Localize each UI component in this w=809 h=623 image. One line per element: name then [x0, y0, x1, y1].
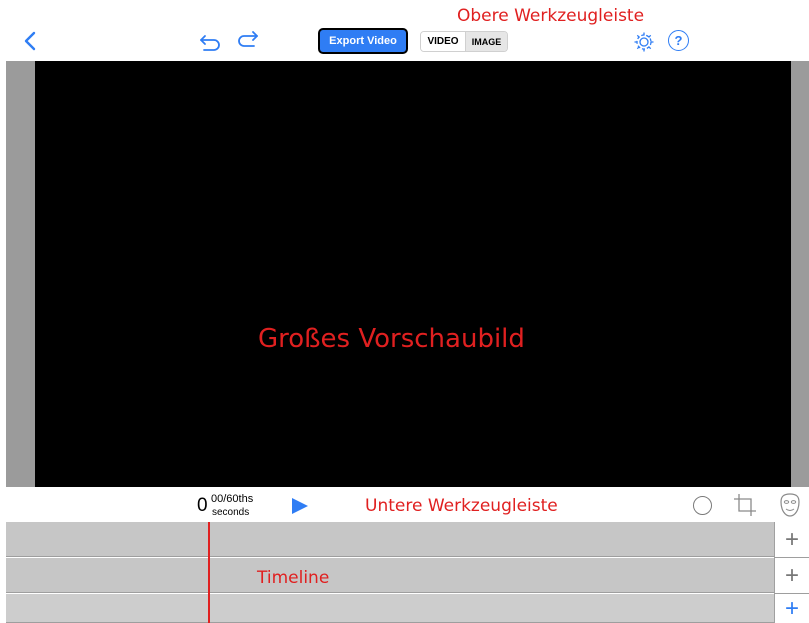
time-unit-label: seconds	[212, 507, 250, 518]
help-button[interactable]: ?	[668, 30, 689, 51]
mode-segmented-control: VIDEO IMAGE	[420, 31, 508, 52]
add-track-button[interactable]: +	[775, 522, 809, 558]
preview-area	[6, 61, 809, 487]
crop-tool-button[interactable]	[733, 493, 757, 517]
time-fraction: 00/60ths	[211, 493, 254, 505]
timeline-track[interactable]	[6, 522, 774, 557]
back-button[interactable]	[20, 30, 42, 52]
add-track-button[interactable]: +	[775, 558, 809, 594]
top-toolbar: Export Video VIDEO IMAGE ?	[0, 0, 809, 61]
add-track-button[interactable]: +	[775, 594, 809, 623]
time-seconds-value: 0	[197, 495, 208, 516]
undo-icon	[200, 35, 220, 51]
redo-icon	[238, 31, 258, 47]
playhead[interactable]	[208, 522, 210, 623]
timeline-track[interactable]	[6, 558, 774, 593]
mask-tool-button[interactable]	[779, 492, 801, 518]
preview-canvas[interactable]	[35, 61, 791, 487]
crop-icon	[734, 494, 756, 516]
play-icon	[292, 498, 308, 514]
circle-tool-button[interactable]	[693, 496, 712, 515]
gear-icon	[634, 32, 654, 52]
redo-button[interactable]	[234, 30, 260, 52]
mode-video-option[interactable]: VIDEO	[421, 32, 466, 51]
annotation-top-toolbar: Obere Werkzeugleiste	[457, 6, 645, 26]
annotation-timeline: Timeline	[257, 568, 330, 588]
play-button[interactable]	[291, 498, 309, 514]
undo-button[interactable]	[198, 30, 224, 52]
chevron-left-icon	[24, 31, 36, 51]
export-video-button[interactable]: Export Video	[318, 28, 408, 54]
add-column: + + +	[774, 522, 809, 623]
annotation-bottom-toolbar: Untere Werkzeugleiste	[365, 496, 558, 516]
mode-image-option[interactable]: IMAGE	[466, 32, 507, 51]
annotation-preview: Großes Vorschaubild	[258, 324, 525, 354]
timeline: + + +	[6, 522, 809, 623]
mask-icon	[780, 493, 800, 517]
settings-button[interactable]	[633, 31, 655, 53]
timeline-track[interactable]	[6, 594, 774, 623]
